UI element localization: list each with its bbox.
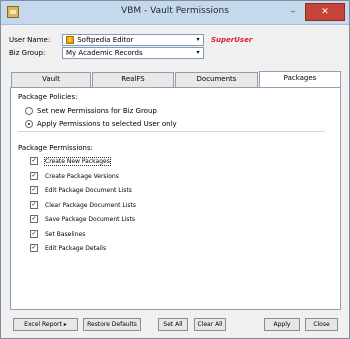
- permission-label: Create Package Versions: [45, 172, 119, 180]
- tab-vault[interactable]: Vault: [11, 72, 91, 87]
- permission-clear-package-document-lists[interactable]: ✓ Clear Package Document Lists: [30, 200, 136, 210]
- checkbox[interactable]: ✓: [30, 230, 38, 238]
- checkbox[interactable]: ✓: [30, 172, 38, 180]
- tab-realfs[interactable]: RealFS: [92, 72, 174, 87]
- excel-report-button[interactable]: Excel Report ▸: [13, 318, 78, 331]
- close-button[interactable]: Close: [305, 318, 338, 331]
- selected-user-option-label: Apply Permissions to selected User only: [37, 120, 177, 128]
- package-policies-label: Package Policies:: [18, 93, 78, 101]
- permission-edit-package-details[interactable]: ✓ Edit Package Details: [30, 243, 106, 253]
- checkbox[interactable]: ✓: [30, 201, 38, 209]
- biz-group-option-label: Set new Permissions for Biz Group: [37, 107, 157, 115]
- permission-save-package-document-lists[interactable]: ✓ Save Package Document Lists: [30, 214, 135, 224]
- clear-all-button[interactable]: Clear All: [194, 318, 226, 331]
- divider: [18, 131, 325, 132]
- chevron-down-icon: ▾: [196, 36, 200, 43]
- user-name-value: Softpedia Editor: [77, 36, 134, 44]
- minimize-button[interactable]: –: [283, 3, 303, 21]
- biz-group-radio[interactable]: [25, 107, 33, 115]
- selected-user-radio[interactable]: [25, 120, 33, 128]
- tab-documents[interactable]: Documents: [175, 72, 258, 87]
- restore-defaults-button[interactable]: Restore Defaults: [83, 318, 141, 331]
- permission-label: Create New Packages: [44, 156, 111, 166]
- package-permissions-label: Package Permissions:: [18, 144, 94, 152]
- title-bar[interactable]: VBM - Vault Permissions – ✕: [1, 1, 349, 25]
- chevron-down-icon: ▾: [196, 49, 200, 56]
- role-badge: SuperUser: [211, 36, 253, 44]
- apply-button[interactable]: Apply: [264, 318, 300, 331]
- close-window-button[interactable]: ✕: [305, 3, 345, 21]
- user-name-dropdown[interactable]: s Softpedia Editor ▾: [62, 34, 204, 46]
- biz-group-label: Biz Group:: [9, 49, 46, 57]
- permission-label: Save Package Document Lists: [45, 215, 136, 223]
- permission-edit-package-document-lists[interactable]: ✓ Edit Package Document Lists: [30, 185, 132, 195]
- set-all-button[interactable]: Set All: [158, 318, 188, 331]
- checkbox[interactable]: ✓: [30, 244, 38, 252]
- permission-label: Edit Package Details: [45, 244, 107, 252]
- user-name-label: User Name:: [9, 36, 51, 44]
- biz-group-dropdown[interactable]: My Academic Records ▾: [62, 47, 204, 59]
- permission-label: Set Baselines: [45, 230, 86, 238]
- checkbox[interactable]: ✓: [30, 157, 38, 165]
- checkbox[interactable]: ✓: [30, 215, 38, 223]
- tab-packages[interactable]: Packages: [259, 71, 341, 88]
- permission-create-new-packages[interactable]: ✓ Create New Packages: [30, 156, 111, 166]
- permission-create-package-versions[interactable]: ✓ Create Package Versions: [30, 171, 119, 181]
- permission-set-baselines[interactable]: ✓ Set Baselines: [30, 229, 85, 239]
- permission-label: Edit Package Document Lists: [45, 186, 132, 194]
- vault-permissions-window: VBM - Vault Permissions – ✕ User Name: s…: [0, 0, 350, 339]
- chevron-right-icon: ▸: [63, 321, 67, 328]
- excel-report-label: Excel Report: [24, 321, 62, 328]
- biz-group-value: My Academic Records: [66, 49, 143, 57]
- softpedia-logo-icon: s: [66, 36, 74, 44]
- checkbox[interactable]: ✓: [30, 186, 38, 194]
- permission-label: Clear Package Document Lists: [45, 201, 136, 209]
